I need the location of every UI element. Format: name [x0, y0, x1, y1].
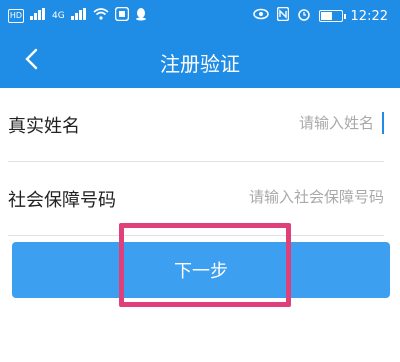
name-input[interactable] [174, 108, 374, 138]
text-caret [382, 112, 384, 134]
ssn-label: 社会保障号码 [8, 190, 116, 211]
battery-icon [318, 10, 346, 22]
wifi-icon [93, 8, 109, 24]
app-notification-icon [114, 6, 129, 25]
registration-form: 真实姓名 社会保障号码 [0, 88, 400, 236]
ssn-row: 社会保障号码 [8, 162, 384, 236]
network-type-label: 4G [52, 11, 65, 21]
name-row: 真实姓名 [8, 88, 384, 162]
signal-icon-2 [70, 8, 87, 24]
qq-icon [135, 7, 147, 25]
alarm-icon [297, 7, 311, 25]
app-bar: 注册验证 [0, 34, 400, 88]
name-label: 真实姓名 [8, 116, 80, 137]
ssn-input[interactable] [184, 182, 384, 212]
nfc-icon [276, 6, 289, 25]
signal-icon [30, 8, 46, 24]
status-bar: HD 4G 12:22 [0, 0, 400, 34]
page-title: 注册验证 [160, 52, 240, 76]
status-left-group: HD 4G [8, 6, 147, 25]
status-time: 12:22 [350, 8, 388, 24]
hd-badge: HD [8, 9, 24, 23]
battery-level [320, 12, 332, 20]
status-right-group: 12:22 [252, 6, 388, 25]
eye-icon [252, 8, 269, 24]
next-step-button[interactable]: 下一步 [12, 242, 390, 298]
